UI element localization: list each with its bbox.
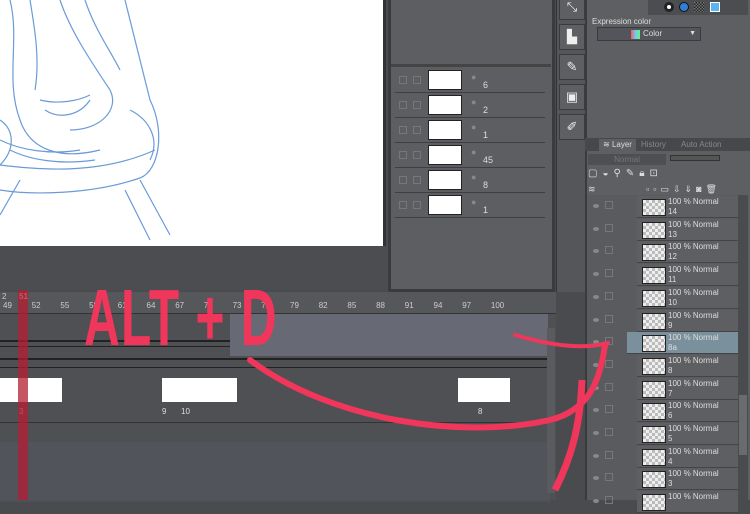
curved-arrow-lower: [247, 342, 608, 431]
curved-arrow-upper: [513, 333, 610, 349]
arrow-tail: [551, 379, 586, 492]
arrow-overlay: [247, 333, 610, 492]
shortcut-overlay-text: ALT + D: [84, 273, 278, 362]
